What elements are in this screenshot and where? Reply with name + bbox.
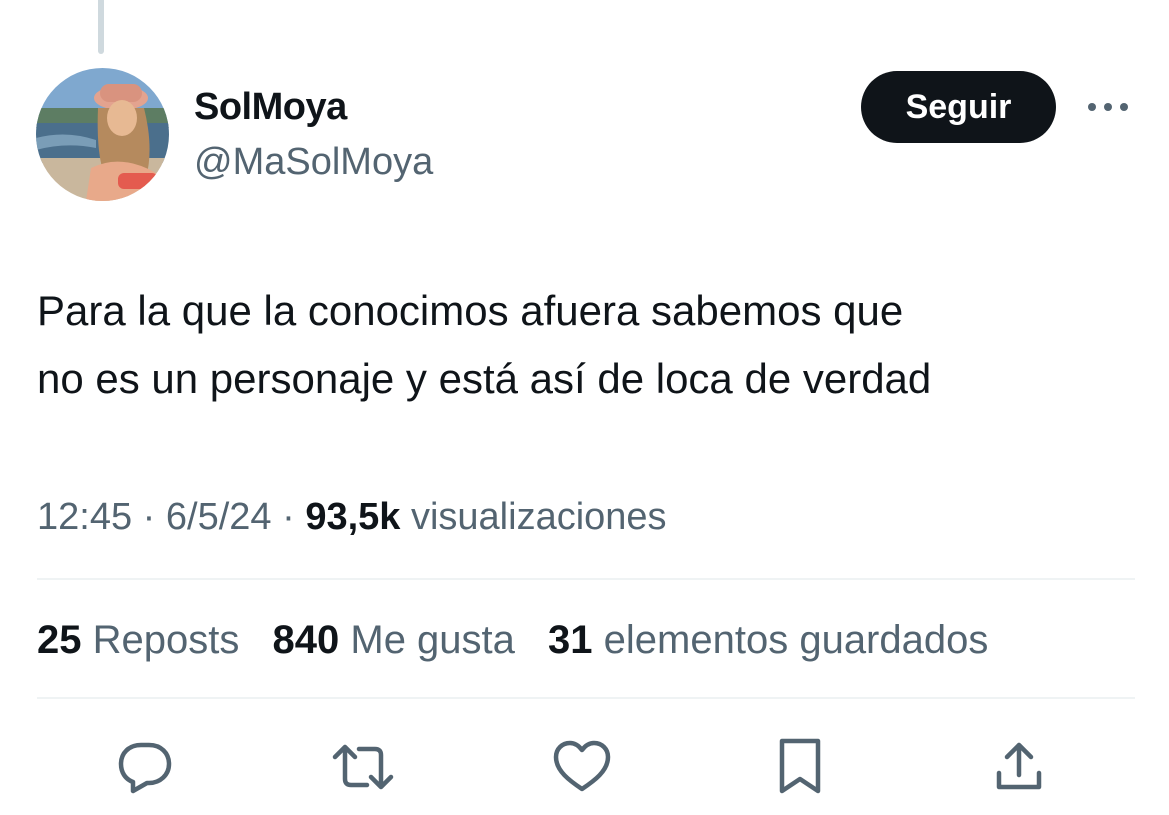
reply-button[interactable]	[113, 735, 177, 799]
tweet-text: Para la que la conocimos afuera sabemos …	[37, 277, 1147, 413]
likes-count: 840	[272, 618, 340, 662]
like-icon	[553, 740, 611, 792]
reposts-stat[interactable]: 25 Reposts	[37, 618, 239, 662]
likes-stat[interactable]: 840 Me gusta	[273, 618, 515, 662]
share-button[interactable]	[987, 735, 1051, 799]
tweet-text-line-2: no es un personaje y está así de loca de…	[37, 355, 932, 402]
tweet-date[interactable]: 6/5/24	[166, 496, 272, 538]
reposts-label: Reposts	[92, 618, 240, 662]
tweet-time[interactable]: 12:45	[37, 496, 132, 538]
tweet-stats: 25 Reposts 840 Me gusta 31 elementos gua…	[37, 614, 1010, 666]
tweet-meta: 12:45 · 6/5/24 · 93,5k visualizaciones	[37, 492, 667, 542]
reposts-count: 25	[37, 618, 82, 662]
meta-separator: ·	[142, 496, 156, 538]
share-icon	[996, 742, 1042, 790]
more-options-button[interactable]	[1084, 92, 1132, 122]
like-button[interactable]	[550, 735, 614, 799]
reply-icon	[118, 742, 172, 794]
follow-button[interactable]: Seguir	[861, 71, 1056, 143]
author-handle[interactable]: @MaSolMoya	[194, 139, 433, 185]
thread-connector-line	[98, 0, 104, 54]
divider	[37, 578, 1135, 580]
bookmark-button[interactable]	[768, 735, 832, 799]
profile-photo-icon	[36, 68, 169, 201]
views-label: visualizaciones	[410, 496, 667, 538]
likes-label: Me gusta	[350, 618, 515, 662]
bookmark-icon	[779, 738, 821, 794]
bookmarks-label: elementos guardados	[603, 618, 989, 662]
meta-separator: ·	[282, 496, 295, 538]
author-display-name[interactable]: SolMoya	[194, 84, 347, 130]
views-count: 93,5k	[305, 496, 401, 538]
divider	[37, 697, 1135, 699]
avatar[interactable]	[36, 68, 169, 201]
repost-button[interactable]	[331, 735, 395, 799]
repost-icon	[332, 744, 394, 790]
more-horizontal-icon	[1088, 103, 1128, 111]
bookmarks-count: 31	[548, 618, 593, 662]
tweet-text-line-1: Para la que la conocimos afuera sabemos …	[37, 287, 904, 334]
bookmarks-stat[interactable]: 31 elementos guardados	[548, 618, 988, 662]
